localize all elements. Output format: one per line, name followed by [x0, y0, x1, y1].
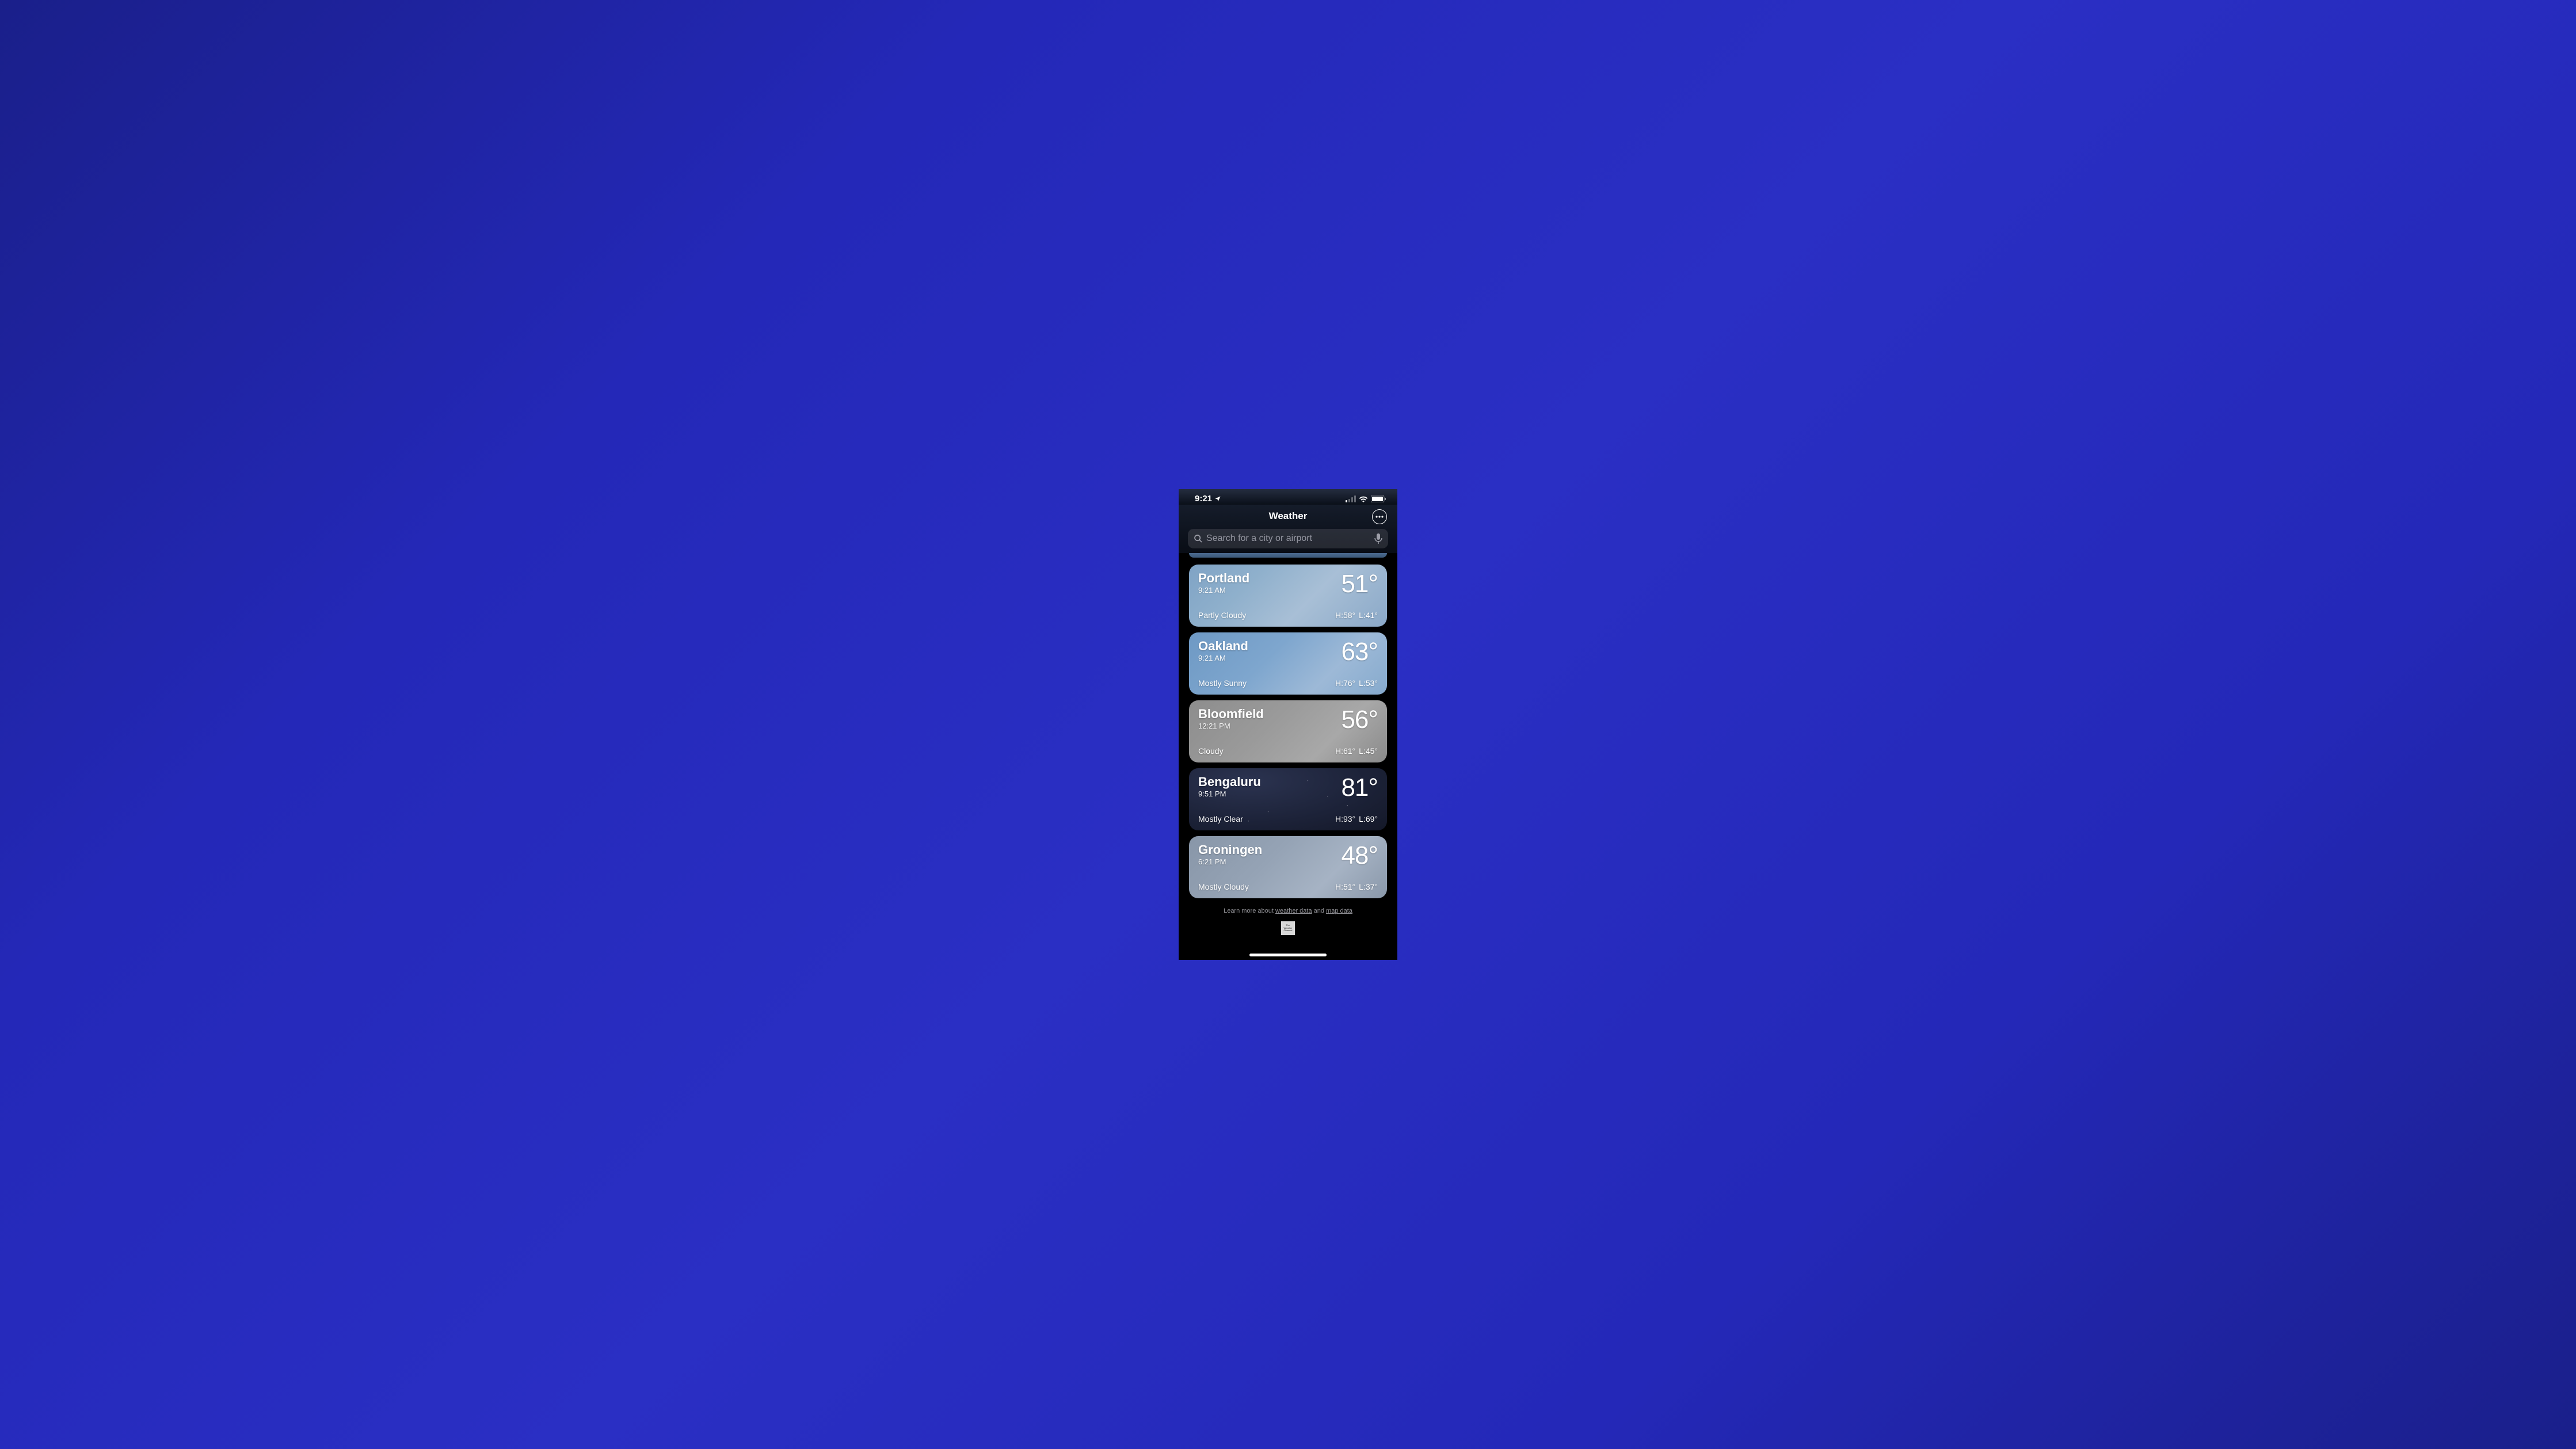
high-temp: H:61°: [1335, 746, 1355, 756]
current-temp: 48°: [1341, 843, 1378, 868]
footer: Learn more about weather data and map da…: [1179, 902, 1397, 935]
low-temp: L:45°: [1359, 746, 1378, 756]
local-time: 9:21 AM: [1198, 654, 1248, 662]
home-indicator[interactable]: [1249, 954, 1327, 956]
high-temp: H:93°: [1335, 814, 1355, 823]
ellipsis-circle-icon: [1375, 516, 1384, 518]
search-icon: [1194, 534, 1203, 543]
weather-data-link[interactable]: weather data: [1275, 907, 1312, 914]
search-input[interactable]: [1206, 533, 1371, 544]
location-card[interactable]: Groningen 6:21 PM 48° Mostly Cloudy H:51…: [1189, 836, 1387, 898]
wifi-icon: [1359, 495, 1368, 502]
condition-label: Partly Cloudy: [1198, 611, 1246, 620]
cellular-signal-icon: [1346, 495, 1356, 502]
low-temp: L:37°: [1359, 882, 1378, 891]
high-low: H:51° L:37°: [1335, 882, 1378, 891]
high-low: H:93° L:69°: [1335, 814, 1378, 823]
local-time: 9:51 PM: [1198, 790, 1261, 798]
location-card[interactable]: Bengaluru 9:51 PM 81° Mostly Clear H:93°…: [1189, 768, 1387, 830]
footer-text-mid: and: [1312, 907, 1326, 914]
status-left: 9:21: [1195, 494, 1221, 504]
high-temp: H:51°: [1335, 882, 1355, 891]
local-time: 6:21 PM: [1198, 857, 1262, 866]
local-time: 9:21 AM: [1198, 586, 1249, 594]
city-name: Bloomfield: [1198, 707, 1264, 721]
current-temp: 56°: [1341, 707, 1378, 733]
location-card[interactable]: Oakland 9:21 AM 63° Mostly Sunny H:76° L…: [1189, 632, 1387, 695]
status-bar: 9:21: [1179, 489, 1397, 505]
high-low: H:76° L:53°: [1335, 678, 1378, 688]
condition-label: Mostly Cloudy: [1198, 882, 1249, 891]
current-temp: 51°: [1341, 571, 1378, 597]
battery-icon: [1371, 495, 1386, 502]
city-name: Oakland: [1198, 639, 1248, 653]
mic-icon[interactable]: [1374, 533, 1382, 544]
condition-label: Cloudy: [1198, 746, 1224, 756]
search-bar[interactable]: [1188, 529, 1388, 548]
status-time: 9:21: [1195, 494, 1212, 504]
low-temp: L:69°: [1359, 814, 1378, 823]
phone-frame: 9:21 Weather: [1179, 489, 1397, 960]
high-temp: H:58°: [1335, 611, 1355, 620]
current-temp: 81°: [1341, 775, 1378, 800]
footer-text-pre: Learn more about: [1224, 907, 1275, 914]
city-name: Portland: [1198, 571, 1249, 585]
high-low: H:58° L:41°: [1335, 611, 1378, 620]
low-temp: L:41°: [1359, 611, 1378, 620]
status-right: [1346, 495, 1386, 502]
weather-channel-badge[interactable]: The Weather Channel: [1281, 921, 1295, 935]
local-time: 12:21 PM: [1198, 722, 1264, 730]
high-low: H:61° L:45°: [1335, 746, 1378, 756]
low-temp: L:53°: [1359, 678, 1378, 688]
condition-label: Mostly Sunny: [1198, 678, 1247, 688]
more-button[interactable]: [1372, 509, 1387, 524]
current-temp: 63°: [1341, 639, 1378, 665]
location-arrow-icon: [1214, 495, 1221, 502]
high-temp: H:76°: [1335, 678, 1355, 688]
condition-label: Mostly Clear: [1198, 814, 1243, 823]
map-data-link[interactable]: map data: [1326, 907, 1352, 914]
app-header: Weather: [1179, 505, 1397, 553]
location-card[interactable]: Portland 9:21 AM 51° Partly Cloudy H:58°…: [1189, 565, 1387, 627]
page-title: Weather: [1269, 510, 1308, 522]
header-title-row: Weather: [1188, 510, 1388, 522]
location-card[interactable]: Bloomfield 12:21 PM 56° Cloudy H:61° L:4…: [1189, 700, 1387, 762]
city-name: Groningen: [1198, 843, 1262, 857]
location-list[interactable]: Portland 9:21 AM 51° Partly Cloudy H:58°…: [1179, 553, 1397, 902]
city-name: Bengaluru: [1198, 775, 1261, 789]
peek-card[interactable]: [1189, 553, 1387, 558]
